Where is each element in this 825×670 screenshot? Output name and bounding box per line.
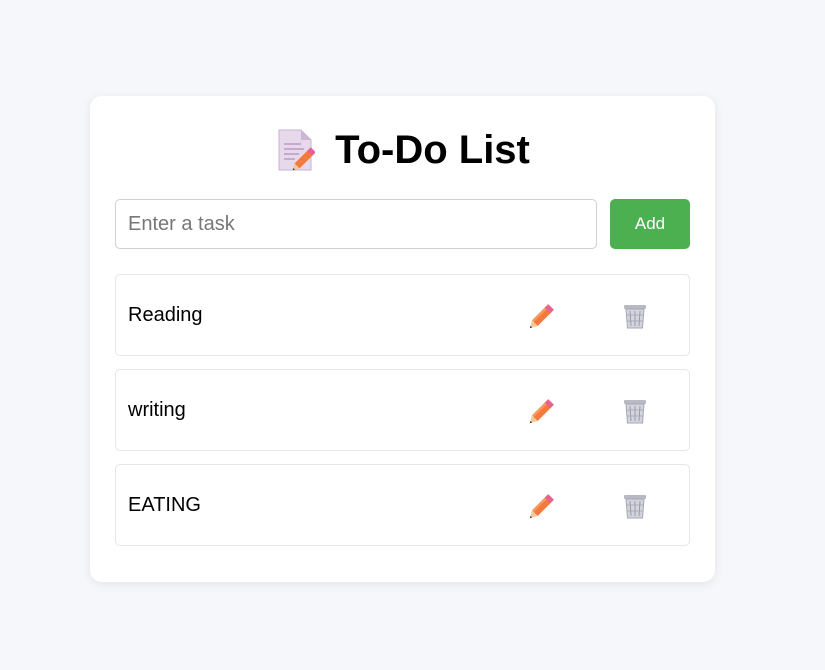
task-item: EATING — [115, 464, 690, 546]
memo-icon — [275, 128, 316, 172]
pencil-icon — [527, 491, 557, 521]
pencil-icon — [527, 301, 557, 331]
edit-button[interactable] — [527, 491, 557, 521]
title-row: To-Do List — [90, 126, 715, 174]
trash-icon — [620, 491, 650, 521]
edit-button[interactable] — [527, 396, 557, 426]
task-text: EATING — [128, 494, 201, 516]
task-text: Reading — [128, 304, 203, 326]
delete-button[interactable] — [620, 491, 650, 521]
pencil-icon — [527, 396, 557, 426]
delete-button[interactable] — [620, 396, 650, 426]
trash-icon — [620, 301, 650, 331]
task-input[interactable] — [115, 199, 597, 249]
task-list: Reading writing EATING — [115, 274, 690, 559]
delete-button[interactable] — [620, 301, 650, 331]
add-button[interactable]: Add — [610, 199, 690, 249]
edit-button[interactable] — [527, 301, 557, 331]
input-row: Add — [115, 199, 690, 249]
trash-icon — [620, 396, 650, 426]
todo-card: To-Do List Add Reading — [90, 96, 715, 582]
task-item: Reading — [115, 274, 690, 356]
task-text: writing — [128, 399, 186, 421]
task-item: writing — [115, 369, 690, 451]
page-title: To-Do List — [335, 128, 530, 172]
